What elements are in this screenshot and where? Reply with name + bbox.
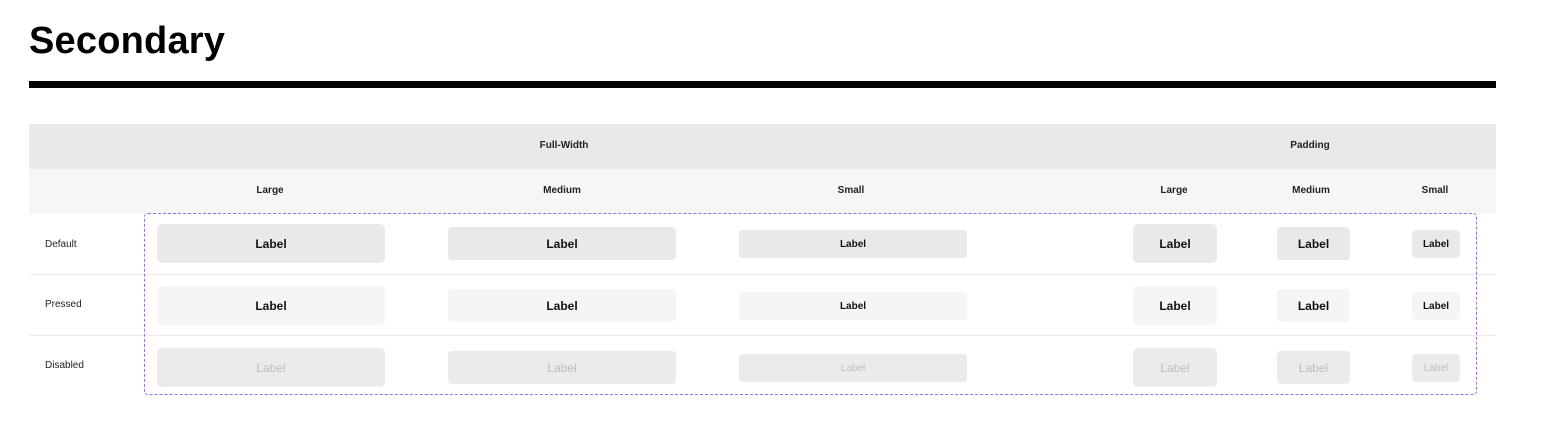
- row-divider: [29, 274, 1496, 275]
- button-disabled-padding-medium: Label: [1277, 351, 1350, 384]
- row-label-disabled: Disabled: [45, 360, 84, 371]
- size-header-padding-large: Large: [1160, 185, 1188, 196]
- button-disabled-padding-small: Label: [1412, 354, 1460, 382]
- title-divider: [29, 81, 1496, 88]
- button-default-full-width-medium[interactable]: Label: [448, 227, 676, 260]
- size-header-full-width-large: Large: [256, 185, 284, 196]
- size-header-full-width-small: Small: [837, 185, 865, 196]
- button-default-padding-small[interactable]: Label: [1412, 230, 1460, 258]
- button-disabled-padding-large: Label: [1133, 348, 1217, 387]
- button-default-full-width-small[interactable]: Label: [739, 230, 967, 258]
- button-default-full-width-large[interactable]: Label: [157, 224, 385, 263]
- button-pressed-full-width-medium[interactable]: Label: [448, 289, 676, 322]
- size-header-padding-small: Small: [1421, 185, 1449, 196]
- button-disabled-full-width-small: Label: [739, 354, 967, 382]
- button-pressed-padding-large[interactable]: Label: [1133, 286, 1217, 325]
- button-default-padding-medium[interactable]: Label: [1277, 227, 1350, 260]
- button-disabled-full-width-large: Label: [157, 348, 385, 387]
- button-pressed-full-width-small[interactable]: Label: [739, 292, 967, 320]
- group-header-full-width: Full-Width: [539, 140, 589, 151]
- group-header-padding: Padding: [1290, 140, 1330, 151]
- button-pressed-full-width-large[interactable]: Label: [157, 286, 385, 325]
- page-title: Secondary: [29, 20, 226, 62]
- row-divider: [29, 335, 1496, 336]
- button-pressed-padding-medium[interactable]: Label: [1277, 289, 1350, 322]
- row-label-pressed: Pressed: [45, 299, 82, 310]
- row-label-default: Default: [45, 239, 77, 250]
- button-pressed-padding-small[interactable]: Label: [1412, 292, 1460, 320]
- size-header-padding-medium: Medium: [1292, 185, 1330, 196]
- button-disabled-full-width-medium: Label: [448, 351, 676, 384]
- group-header-row: [29, 124, 1496, 169]
- button-default-padding-large[interactable]: Label: [1133, 224, 1217, 263]
- size-header-row: [29, 169, 1496, 214]
- size-header-full-width-medium: Medium: [543, 185, 581, 196]
